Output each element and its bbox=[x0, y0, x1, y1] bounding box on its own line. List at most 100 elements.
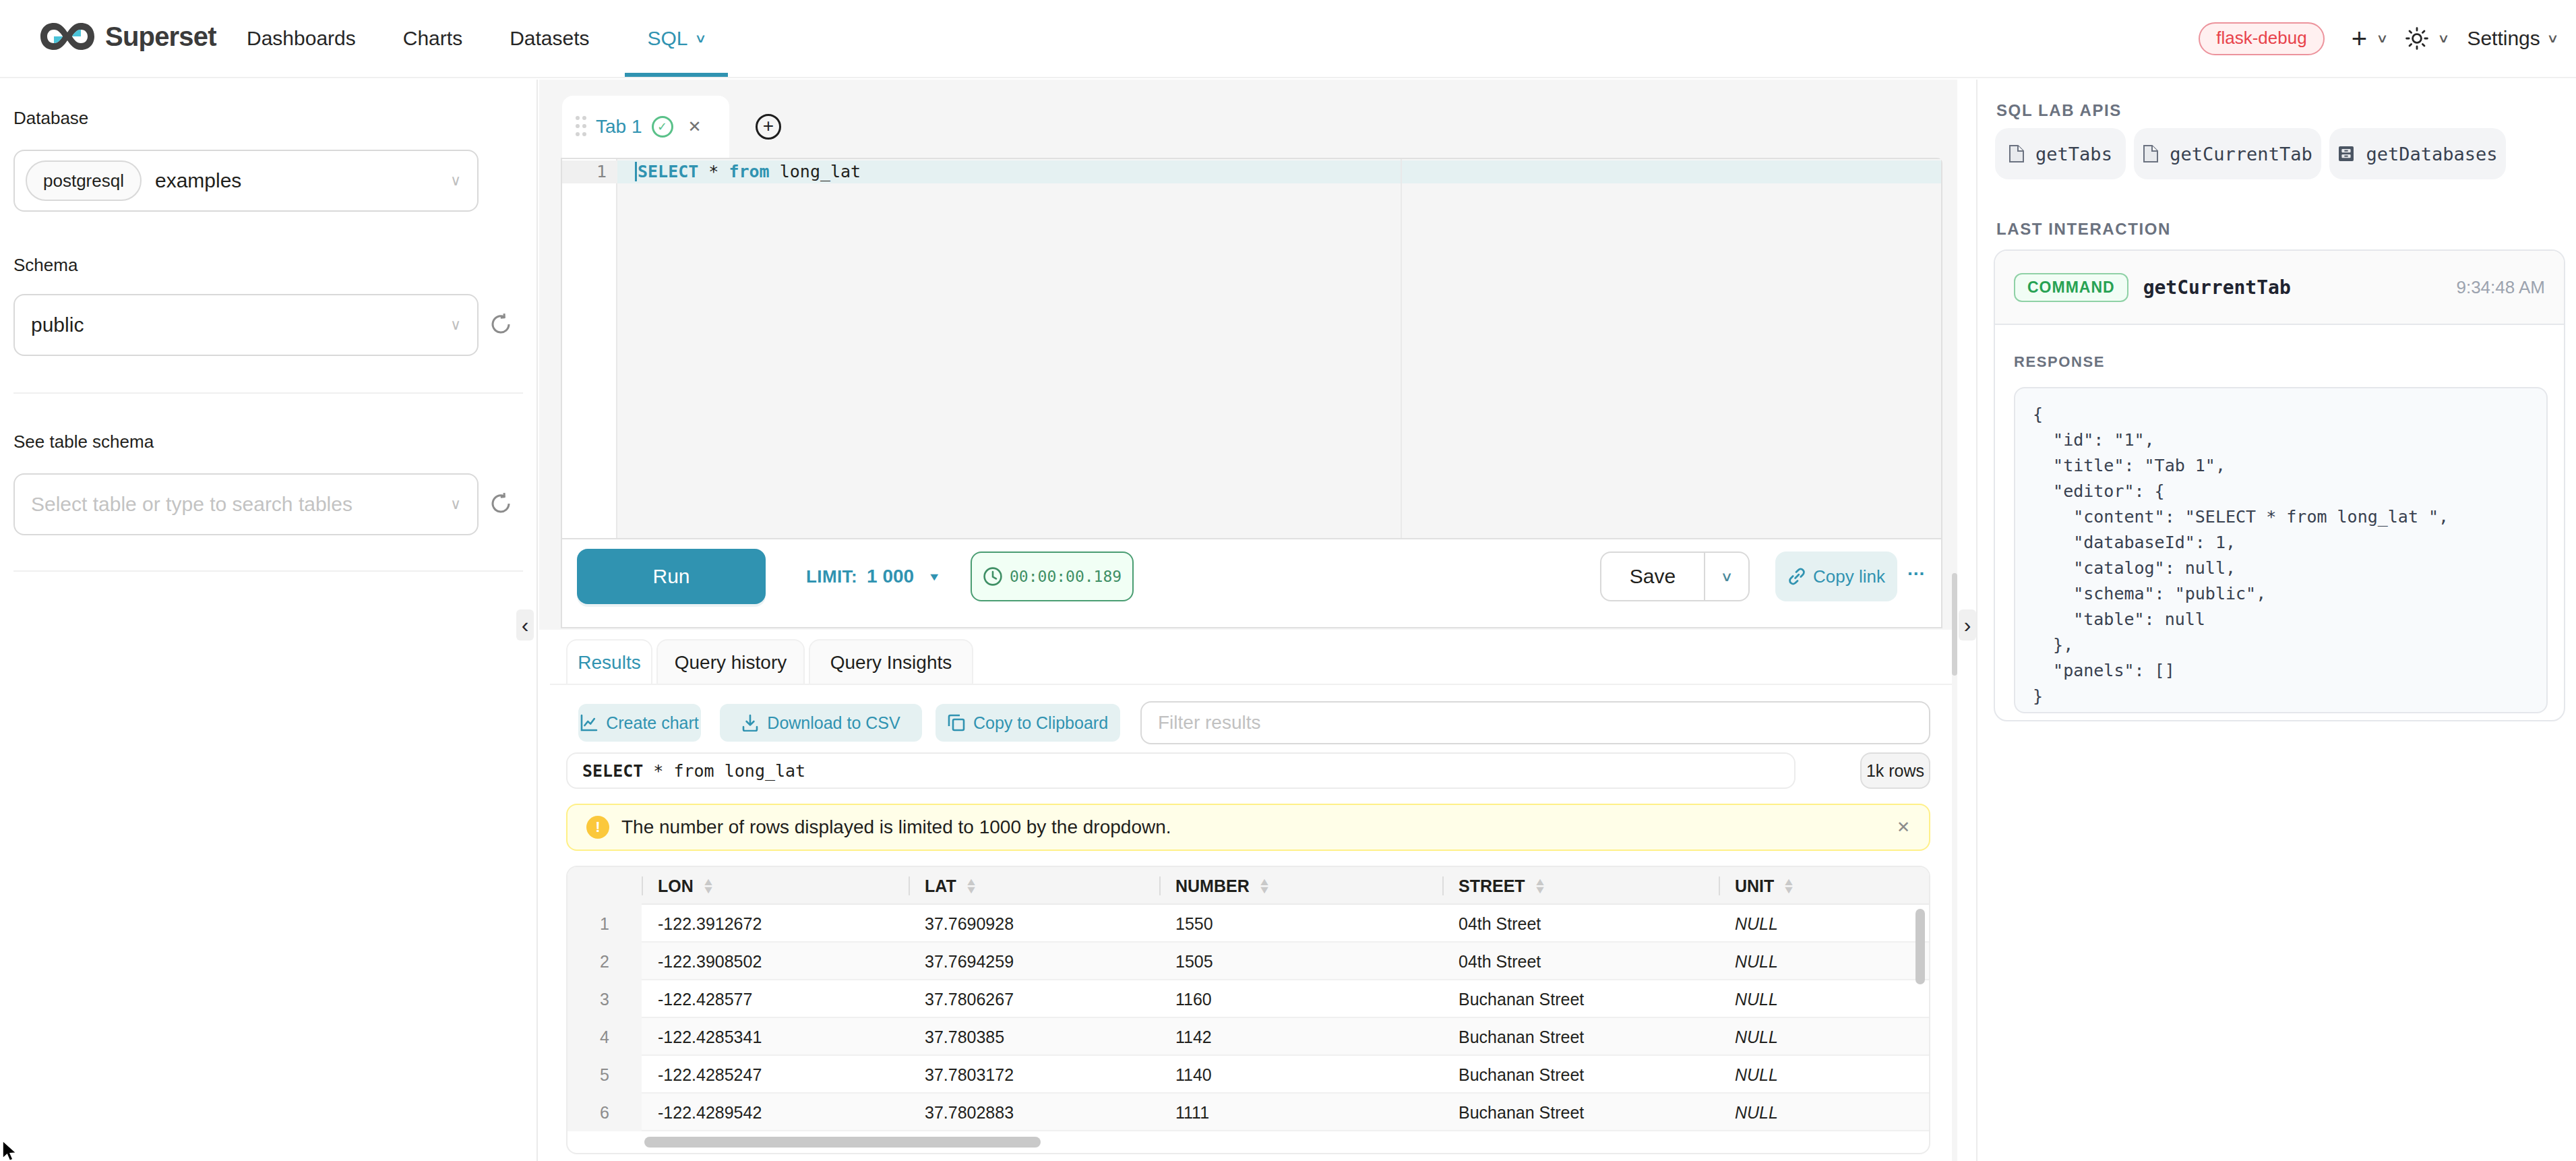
sql-code-line: SELECT * from long_lat bbox=[635, 162, 861, 181]
refresh-tables-icon[interactable] bbox=[489, 492, 512, 515]
table-cell: NULL bbox=[1719, 943, 1880, 980]
table-cell: 1111 bbox=[1159, 1094, 1442, 1131]
table-cell: 37.7690928 bbox=[909, 905, 1159, 943]
tab-results[interactable]: Results bbox=[566, 639, 652, 685]
save-button[interactable]: Save bbox=[1601, 553, 1705, 600]
schema-select[interactable]: public ∨ bbox=[13, 294, 479, 356]
tab-query-insights[interactable]: Query Insights bbox=[809, 639, 973, 685]
editor-tab-1[interactable]: Tab 1 ✓ ✕ bbox=[562, 96, 729, 158]
table-cell: Buchanan Street bbox=[1442, 980, 1719, 1018]
refresh-schema-icon[interactable] bbox=[489, 313, 512, 336]
last-interaction-title: LAST INTERACTION bbox=[1996, 220, 2171, 239]
table-cell: Buchanan Street bbox=[1442, 1094, 1719, 1131]
command-timestamp: 9:34:48 AM bbox=[2456, 277, 2545, 298]
table-cell: 37.7694259 bbox=[909, 943, 1159, 980]
download-icon bbox=[741, 714, 759, 732]
sort-icons[interactable]: ▲▼ bbox=[1783, 879, 1796, 893]
chevron-down-icon[interactable]: ∨ bbox=[2438, 31, 2450, 46]
superset-logo[interactable]: Superset bbox=[39, 19, 216, 54]
table-cell: 37.7803172 bbox=[909, 1056, 1159, 1094]
limit-dropdown[interactable]: LIMIT: 1 000 ▼ bbox=[806, 539, 941, 614]
chevron-down-icon[interactable]: ∨ bbox=[2376, 31, 2388, 46]
nav-sql[interactable]: SQL∨ bbox=[625, 0, 728, 77]
table-horizontal-scrollbar[interactable] bbox=[644, 1137, 1041, 1148]
download-csv-button[interactable]: Download to CSV bbox=[720, 704, 922, 742]
table-cell: 37.7802883 bbox=[909, 1094, 1159, 1131]
page-icon bbox=[2143, 144, 2159, 163]
database-value: examples bbox=[155, 169, 241, 192]
table-select[interactable]: Select table or type to search tables ∨ bbox=[13, 473, 479, 535]
nav-datasets[interactable]: Datasets bbox=[497, 0, 601, 77]
table-cell: -122.4285247 bbox=[642, 1056, 909, 1094]
main-scrollbar-thumb[interactable] bbox=[1952, 573, 1957, 676]
collapse-sidebar-button[interactable]: ‹ bbox=[516, 609, 534, 641]
get-databases-button[interactable]: getDatabases bbox=[2329, 128, 2506, 179]
filter-placeholder: Filter results bbox=[1158, 712, 1260, 734]
table-row: 5-122.428524737.78031721140Buchanan Stre… bbox=[568, 1056, 1929, 1094]
create-chart-button[interactable]: Create chart bbox=[578, 704, 701, 742]
nav-dashboards[interactable]: Dashboards bbox=[235, 0, 368, 77]
rows-limit-warning: ! The number of rows displayed is limite… bbox=[566, 804, 1930, 851]
warning-close-icon[interactable]: ✕ bbox=[1897, 818, 1910, 837]
nav-charts[interactable]: Charts bbox=[391, 0, 474, 77]
last-interaction-card: COMMAND getCurrentTab 9:34:48 AM RESPONS… bbox=[1994, 249, 2565, 721]
column-header-unit[interactable]: UNIT▲▼ bbox=[1719, 867, 1880, 905]
column-header-lon[interactable]: LON▲▼ bbox=[642, 867, 909, 905]
tab-close-icon[interactable]: ✕ bbox=[688, 117, 702, 136]
table-cell: -122.3912672 bbox=[642, 905, 909, 943]
save-options-chevron[interactable]: ∨ bbox=[1698, 553, 1754, 600]
copy-clipboard-button[interactable]: Copy to Clipboard bbox=[936, 704, 1120, 742]
editor-toolbar: Run LIMIT: 1 000 ▼ 00:00:00.189 Save ∨ C… bbox=[562, 538, 1941, 627]
response-json-box: { "id": "1", "title": "Tab 1", "editor":… bbox=[2014, 387, 2548, 713]
sql-editor-card: 1 SELECT * from long_lat Run LIMIT: 1 00… bbox=[561, 158, 1942, 628]
superset-logo-icon bbox=[39, 19, 96, 54]
results-pane: Results Query history Query Insights Cre… bbox=[539, 630, 1953, 1161]
filter-results-input[interactable]: Filter results bbox=[1140, 701, 1930, 744]
copy-link-button[interactable]: Copy link bbox=[1775, 552, 1897, 601]
limit-value: 1 000 bbox=[867, 566, 914, 587]
sort-icons[interactable]: ▲▼ bbox=[1258, 879, 1270, 893]
sql-code-editor[interactable]: 1 SELECT * from long_lat bbox=[562, 159, 1941, 538]
table-cell: 37.7806267 bbox=[909, 980, 1159, 1018]
theme-sun-icon[interactable] bbox=[2405, 27, 2428, 50]
column-header-number[interactable]: NUMBER▲▼ bbox=[1159, 867, 1442, 905]
results-table: LON▲▼ LAT▲▼ NUMBER▲▼ STREET▲▼ UNIT▲▼ 1-1… bbox=[566, 866, 1930, 1154]
column-header-lat[interactable]: LAT▲▼ bbox=[909, 867, 1159, 905]
add-tab-button[interactable]: + bbox=[737, 96, 799, 158]
limit-label: LIMIT: bbox=[806, 566, 857, 587]
tab-title: Tab 1 bbox=[596, 116, 642, 138]
chevron-down-icon: ∨ bbox=[450, 172, 461, 189]
sql-preview-box[interactable]: SELECT * from long_lat bbox=[566, 752, 1796, 789]
get-tabs-button[interactable]: getTabs bbox=[1995, 128, 2126, 179]
more-options-button[interactable]: ... bbox=[1907, 558, 1925, 580]
warning-icon: ! bbox=[586, 816, 609, 839]
sort-icons[interactable]: ▲▼ bbox=[964, 879, 977, 893]
table-cell: -122.4285341 bbox=[642, 1018, 909, 1056]
sort-icons[interactable]: ▲▼ bbox=[1533, 879, 1546, 893]
column-header-street[interactable]: STREET▲▼ bbox=[1442, 867, 1719, 905]
run-query-button[interactable]: Run bbox=[577, 549, 766, 604]
table-cell: 1505 bbox=[1159, 943, 1442, 980]
brand-text: Superset bbox=[105, 22, 216, 52]
add-new-button[interactable]: + bbox=[2352, 24, 2367, 54]
chart-icon bbox=[580, 714, 598, 732]
query-timer: 00:00:00.189 bbox=[971, 552, 1134, 601]
interaction-header: COMMAND getCurrentTab 9:34:48 AM bbox=[1995, 251, 2564, 325]
tab-query-history[interactable]: Query history bbox=[656, 639, 805, 685]
table-row: 4-122.428534137.7803851142Buchanan Stree… bbox=[568, 1018, 1929, 1056]
database-select[interactable]: postgresql examples ∨ bbox=[13, 150, 479, 212]
link-icon bbox=[1787, 567, 1806, 586]
command-badge: COMMAND bbox=[2014, 273, 2128, 302]
timer-value: 00:00:00.189 bbox=[1010, 568, 1122, 585]
collapse-panel-button[interactable]: › bbox=[1959, 609, 1976, 641]
drag-handle-icon[interactable] bbox=[576, 116, 586, 138]
response-label: RESPONSE bbox=[2014, 353, 2105, 371]
sort-icons[interactable]: ▲▼ bbox=[702, 879, 714, 893]
row-number: 4 bbox=[568, 1018, 642, 1056]
get-current-tab-button[interactable]: getCurrentTab bbox=[2134, 128, 2321, 179]
table-cell: Buchanan Street bbox=[1442, 1018, 1719, 1056]
settings-menu[interactable]: Settings bbox=[2467, 27, 2540, 50]
app-header: Superset Dashboards Charts Datasets SQL∨… bbox=[0, 0, 2576, 78]
table-vertical-scrollbar[interactable] bbox=[1915, 909, 1925, 984]
mouse-cursor bbox=[1, 1139, 19, 1161]
